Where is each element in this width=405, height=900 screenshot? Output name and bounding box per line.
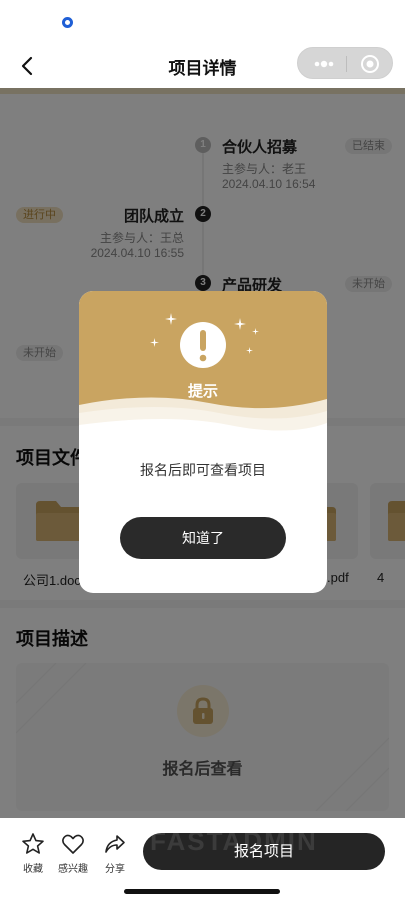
acknowledge-button[interactable]: 知道了 [120, 517, 286, 559]
capsule-divider [346, 56, 347, 72]
home-indicator[interactable] [124, 889, 280, 894]
star-icon [22, 833, 44, 854]
favorite-label: 收藏 [23, 864, 43, 875]
interest-button[interactable]: 感兴趣 [53, 832, 93, 875]
sparkle-icon [234, 318, 246, 330]
sparkle-icon [150, 338, 159, 347]
share-icon [105, 835, 125, 853]
sparkle-icon [246, 347, 253, 354]
modal-wave [79, 397, 327, 453]
alert-circle-icon [180, 322, 226, 368]
home-indicator-area [0, 884, 405, 900]
interest-label: 感兴趣 [58, 864, 88, 875]
location-indicator-icon [62, 17, 73, 28]
mini-program-capsule [297, 47, 393, 79]
tip-modal: 提示 报名后即可查看项目 知道了 [79, 291, 327, 593]
status-bar [0, 0, 405, 44]
nav-bar: 项目详情 [0, 44, 405, 88]
more-icon[interactable] [310, 54, 338, 74]
heart-icon [62, 834, 84, 854]
favorite-button[interactable]: 收藏 [13, 832, 53, 875]
bottom-action-bar: 收藏 感兴趣 分享 报名项目 FASTADMIN [0, 818, 405, 884]
modal-message: 报名后即可查看项目 [140, 462, 266, 478]
sparkle-icon [252, 328, 259, 335]
share-button[interactable]: 分享 [95, 832, 135, 875]
close-circle-icon[interactable] [360, 54, 380, 74]
watermark: FASTADMIN [150, 826, 318, 856]
sparkle-icon [165, 313, 177, 325]
share-label: 分享 [105, 864, 125, 875]
